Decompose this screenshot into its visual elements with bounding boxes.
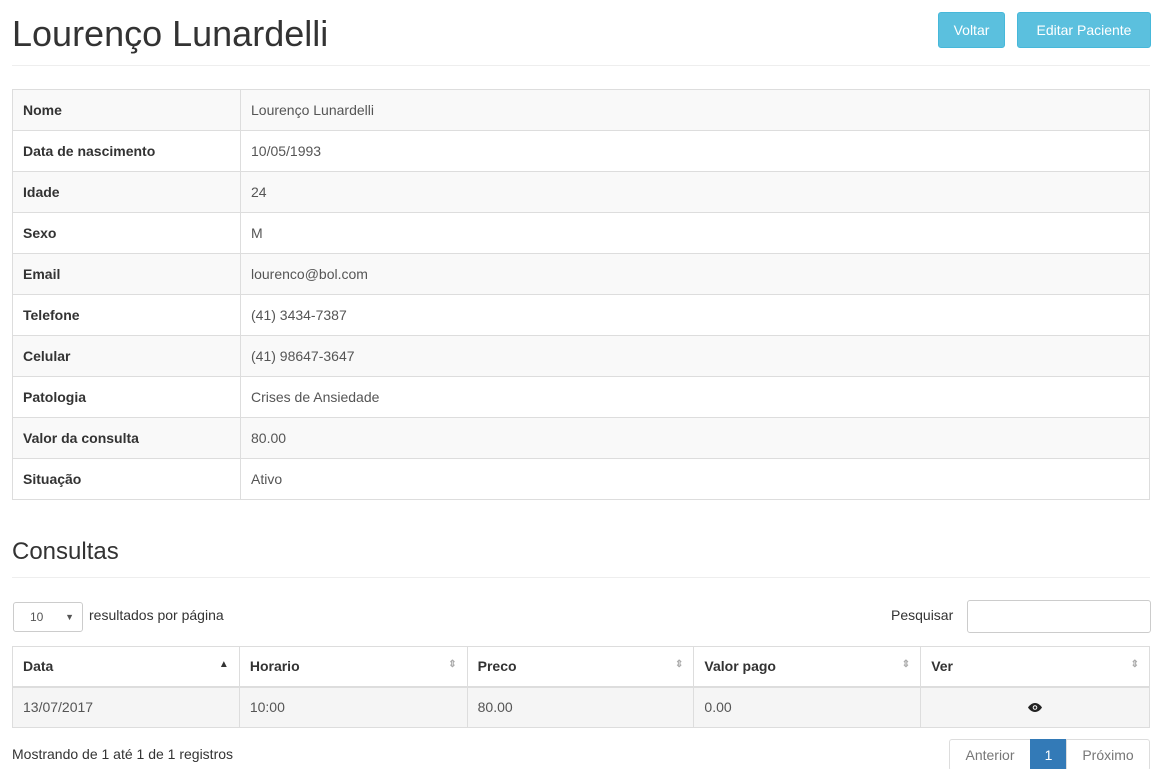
column-header-ver[interactable]: Ver ⇕ (920, 646, 1150, 688)
detail-label: Nome (12, 89, 241, 131)
detail-value: 24 (240, 171, 1150, 213)
table-row: 13/07/2017 10:00 80.00 0.00 (12, 686, 1150, 728)
detail-label: Celular (12, 335, 241, 377)
chevron-down-icon: ▼ (65, 612, 74, 622)
table-header-row: Data ▲ Horario ⇕ Preco ⇕ Valor pago ⇕ Ver ⇕ (12, 646, 1150, 688)
page-length-select[interactable]: 10 ▼ (13, 602, 83, 632)
cell-ver (920, 686, 1150, 728)
detail-row: Telefone (41) 3434-7387 (12, 294, 1150, 336)
search-label: Pesquisar (891, 607, 954, 623)
detail-value: (41) 3434-7387 (240, 294, 1150, 336)
pagination-page-1[interactable]: 1 (1030, 739, 1067, 769)
detail-label: Email (12, 253, 241, 295)
editar-paciente-button[interactable]: Editar Paciente (1017, 12, 1151, 48)
detail-row: Sexo M (12, 212, 1150, 254)
page-header: Lourenço Lunardelli Voltar Editar Pacien… (12, 0, 1151, 66)
detail-label: Telefone (12, 294, 241, 336)
cell-horario: 10:00 (238, 686, 468, 728)
detail-value: M (240, 212, 1150, 254)
detail-row: Data de nascimento 10/05/1993 (12, 130, 1150, 172)
detail-value: (41) 98647-3647 (240, 335, 1150, 377)
cell-data: 13/07/2017 (12, 686, 240, 728)
detail-value: Lourenço Lunardelli (240, 89, 1150, 131)
search-input[interactable] (967, 600, 1151, 633)
detail-row: Situação Ativo (12, 458, 1150, 500)
detail-label: Idade (12, 171, 241, 213)
detail-value: lourenco@bol.com (240, 253, 1150, 295)
detail-row: Patologia Crises de Ansiedade (12, 376, 1150, 418)
patient-details-table: Nome Lourenço Lunardelli Data de nascimen… (12, 89, 1150, 500)
sort-icon: ⇕ (1130, 659, 1139, 670)
detail-label: Valor da consulta (12, 417, 241, 459)
page-length-label: resultados por página (89, 607, 224, 623)
consultas-heading: Consultas (12, 532, 1150, 578)
page-title: Lourenço Lunardelli (12, 13, 329, 54)
detail-value: 10/05/1993 (240, 130, 1150, 172)
pagination: Anterior 1 Próximo (949, 739, 1150, 769)
column-header-preco[interactable]: Preco ⇕ (466, 646, 695, 688)
sort-icon: ⇕ (675, 659, 684, 670)
detail-row: Valor da consulta 80.00 (12, 417, 1150, 459)
consultas-table: Data ▲ Horario ⇕ Preco ⇕ Valor pago ⇕ Ver ⇕ 1… (12, 646, 1150, 728)
voltar-button[interactable]: Voltar (938, 12, 1005, 48)
detail-value: Ativo (240, 458, 1150, 500)
column-header-valor-pago[interactable]: Valor pago ⇕ (693, 646, 922, 688)
detail-row: Nome Lourenço Lunardelli (12, 89, 1150, 131)
detail-label: Patologia (12, 376, 241, 418)
table-info-text: Mostrando de 1 até 1 de 1 registros (12, 746, 234, 762)
detail-value: 80.00 (240, 417, 1150, 459)
detail-value: Crises de Ansiedade (240, 376, 1150, 418)
sort-icon: ⇕ (901, 659, 911, 670)
page-length-value: 10 (30, 610, 44, 624)
detail-label: Situação (12, 458, 241, 500)
cell-preco: 80.00 (466, 686, 695, 728)
eye-icon[interactable] (1028, 703, 1043, 713)
detail-label: Data de nascimento (12, 130, 241, 172)
detail-row: Email lourenco@bol.com (12, 253, 1150, 295)
detail-row: Idade 24 (12, 171, 1150, 213)
pagination-previous[interactable]: Anterior (949, 739, 1031, 769)
sort-icon: ⇕ (448, 659, 457, 670)
sort-asc-icon: ▲ (218, 659, 229, 670)
pagination-next[interactable]: Próximo (1066, 739, 1150, 769)
cell-valor-pago: 0.00 (693, 686, 922, 728)
detail-row: Celular (41) 98647-3647 (12, 335, 1150, 377)
column-header-data[interactable]: Data ▲ (12, 646, 240, 688)
detail-label: Sexo (12, 212, 241, 254)
column-header-horario[interactable]: Horario ⇕ (238, 646, 468, 688)
